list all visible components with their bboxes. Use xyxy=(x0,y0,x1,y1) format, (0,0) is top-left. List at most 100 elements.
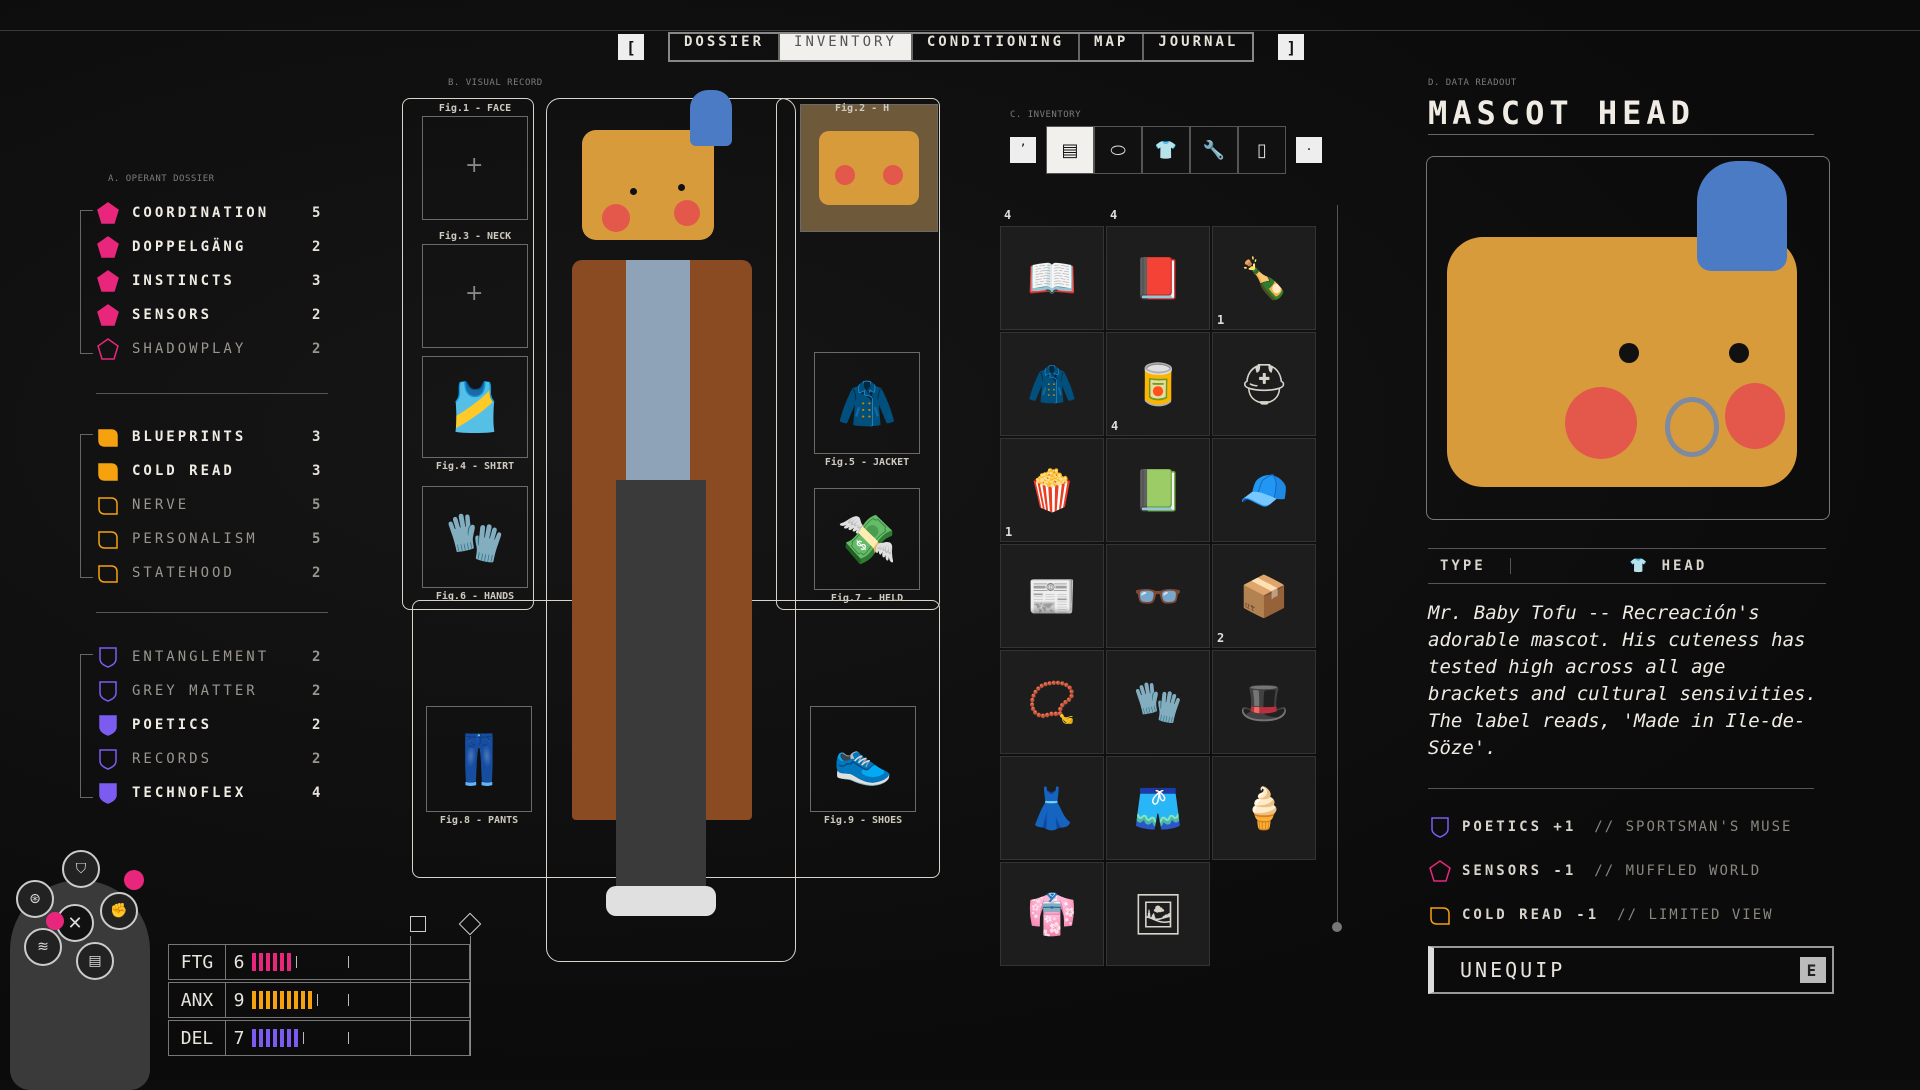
meter-track xyxy=(252,991,469,1009)
leaf-stat-icon xyxy=(96,425,120,449)
scroll-thumb[interactable] xyxy=(1332,922,1342,932)
stat-modifier: POETICS +1 // SPORTSMAN'S MUSE xyxy=(1428,815,1792,839)
meter-track xyxy=(252,1029,469,1047)
cap-icon: 🧢 xyxy=(1239,467,1289,514)
inventory-slot[interactable]: 📕 xyxy=(1106,226,1210,330)
stat-row[interactable]: PERSONALISM 5 xyxy=(80,522,320,556)
stat-row[interactable]: NERVE 5 xyxy=(80,488,320,522)
tab-inventory[interactable]: INVENTORY xyxy=(780,34,913,60)
inventory-slot[interactable]: 🥫 4 xyxy=(1106,332,1210,436)
shield-stat-icon xyxy=(96,713,120,737)
inventory-slot[interactable]: 👗 xyxy=(1000,756,1104,860)
stat-row[interactable]: DOPPELGÄNG 2 xyxy=(80,230,320,264)
modifier-note: // SPORTSMAN'S MUSE xyxy=(1594,819,1793,835)
next-category-key[interactable]: · xyxy=(1296,137,1322,163)
stat-row[interactable]: GREY MATTER 2 xyxy=(80,674,320,708)
stat-row[interactable]: POETICS 2 xyxy=(80,708,320,742)
prev-category-key[interactable]: ’ xyxy=(1010,137,1036,163)
slot-caption: Fig.3 - NECK xyxy=(438,231,512,242)
stat-row[interactable]: COLD READ 3 xyxy=(80,454,320,488)
shoes-icon: 👟 xyxy=(833,731,893,788)
document-icon[interactable]: ▯ xyxy=(1238,126,1286,174)
stat-row[interactable]: SENSORS 2 xyxy=(80,298,320,332)
meter-segment xyxy=(280,1029,284,1047)
book-icon: 📗 xyxy=(1133,467,1183,514)
stat-name: NERVE xyxy=(132,497,190,513)
archive-icon[interactable]: ▤ xyxy=(76,942,114,980)
inventory-slot[interactable]: 📦 2 xyxy=(1212,544,1316,648)
stat-row[interactable]: INSTINCTS 3 xyxy=(80,264,320,298)
inventory-slot[interactable]: 🩳 xyxy=(1106,756,1210,860)
wrench-icon[interactable]: 🔧 xyxy=(1190,126,1238,174)
unequip-button[interactable]: UNEQUIP E xyxy=(1428,946,1834,994)
next-tab-bracket[interactable]: ] xyxy=(1278,34,1305,60)
layers-icon[interactable]: ≋ xyxy=(24,928,62,966)
expand-icon[interactable] xyxy=(410,916,426,932)
inventory-slot[interactable]: ⛑ xyxy=(1212,332,1316,436)
inventory-slot[interactable]: 📗 xyxy=(1106,438,1210,542)
inventory-slot[interactable]: 🧢 xyxy=(1212,438,1316,542)
inventory-slot[interactable]: 🍦 xyxy=(1212,756,1316,860)
tab-bar: DOSSIER INVENTORY CONDITIONING MAP JOURNAL xyxy=(668,32,1255,62)
stat-value: 2 xyxy=(312,239,321,255)
stat-row[interactable]: BLUEPRINTS 3 xyxy=(80,420,320,454)
slot-held[interactable]: 💸 Fig.7 - HELD xyxy=(814,488,920,604)
tab-journal[interactable]: JOURNAL xyxy=(1144,34,1252,60)
inventory-slot[interactable]: 🧥 xyxy=(1000,332,1104,436)
description-divider xyxy=(1428,788,1814,789)
blue-glove-antenna xyxy=(1697,161,1787,271)
shield-stat-icon xyxy=(96,747,120,771)
inventory-scrollbar[interactable] xyxy=(1337,205,1338,925)
stat-value: 2 xyxy=(312,751,321,767)
stat-row[interactable]: RECORDS 2 xyxy=(80,742,320,776)
tab-conditioning[interactable]: CONDITIONING xyxy=(913,34,1081,60)
inventory-slot[interactable]: 📰 xyxy=(1000,544,1104,648)
inventory-slot[interactable]: 📿 xyxy=(1000,650,1104,754)
tab-dossier[interactable]: DOSSIER xyxy=(670,34,781,60)
inventory-slot[interactable]: 🖼 xyxy=(1106,862,1210,966)
tab-map[interactable]: MAP xyxy=(1080,34,1145,60)
slot-jacket[interactable]: 🧥 Fig.5 - JACKET xyxy=(814,352,920,468)
brain-icon[interactable]: ⊛ xyxy=(16,880,54,918)
prev-tab-bracket[interactable]: [ xyxy=(618,34,644,60)
slot-caption: Fig.4 - SHIRT xyxy=(435,461,515,472)
meter-value: 9 xyxy=(233,989,245,1011)
shield-icon[interactable]: ⛉ xyxy=(62,850,100,888)
alert-dot xyxy=(124,870,144,890)
section-label-dossier: A. OPERANT DOSSIER xyxy=(108,174,215,184)
inventory-slot[interactable]: 🍾 1 xyxy=(1212,226,1316,330)
inventory-slot[interactable]: 🧤 xyxy=(1106,650,1210,754)
slot-neck[interactable]: Fig.3 - NECK + xyxy=(422,231,528,348)
stat-row[interactable]: TECHNOFLEX 4 xyxy=(80,776,320,810)
slot-pants[interactable]: 👖 Fig.8 - PANTS xyxy=(426,706,532,826)
stat-row[interactable]: COORDINATION 5 xyxy=(80,196,320,230)
inventory-slot[interactable]: 👓 xyxy=(1106,544,1210,648)
modifier-note: // MUFFLED WORLD xyxy=(1594,863,1762,879)
slot-head[interactable]: Fig.2 - H xyxy=(800,103,938,232)
inventory-slot[interactable]: 📖 xyxy=(1000,226,1104,330)
inventory-slot[interactable]: 🎩 xyxy=(1212,650,1316,754)
fist-icon[interactable]: ✊ xyxy=(100,892,138,930)
stat-separator xyxy=(96,612,328,613)
archive-icon[interactable]: ▤ xyxy=(1046,126,1094,174)
stat-row[interactable]: ENTANGLEMENT 2 xyxy=(80,640,320,674)
meter-segment xyxy=(273,1029,277,1047)
inventory-slot[interactable]: 👘 xyxy=(1000,862,1104,966)
slot-shirt[interactable]: 🎽 Fig.4 - SHIRT xyxy=(422,356,528,472)
shirt-icon: 👕 xyxy=(1629,558,1662,574)
meter-segment xyxy=(266,953,270,971)
slot-hands[interactable]: 🧤 Fig.6 - HANDS xyxy=(422,486,528,602)
meter-ftg: FTG 6 xyxy=(168,944,470,980)
slot-shoes[interactable]: 👟 Fig.9 - SHOES xyxy=(810,706,916,826)
stat-name: COLD READ xyxy=(132,463,235,479)
meter-segment xyxy=(287,991,291,1009)
shirt-icon[interactable]: 👕 xyxy=(1142,126,1190,174)
stat-row[interactable]: STATEHOOD 2 xyxy=(80,556,320,590)
stat-row[interactable]: SHADOWPLAY 2 xyxy=(80,332,320,366)
slot-face[interactable]: Fig.1 - FACE + xyxy=(422,103,528,220)
meter-segment xyxy=(280,953,284,971)
inventory-slot[interactable]: 🍿 1 xyxy=(1000,438,1104,542)
pill-icon[interactable]: ⬭ xyxy=(1094,126,1142,174)
inventory-filter-bar: ’ ▤ ⬭ 👕 🔧 ▯ · xyxy=(1000,126,1332,174)
stat-modifier: SENSORS -1 // MUFFLED WORLD xyxy=(1428,859,1761,883)
